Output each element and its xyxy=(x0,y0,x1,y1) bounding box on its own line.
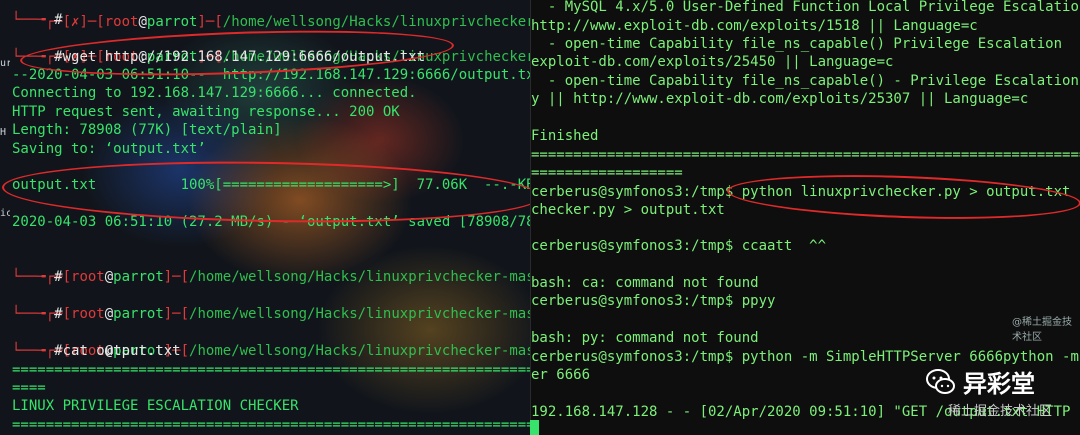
output-line: Connecting to 192.168.147.129:6666... co… xyxy=(12,85,417,101)
prompt-hash-line: └──╼ # xyxy=(12,12,63,28)
prompt-line: ┌─[root@parrot]─[/home/wellsong/Hacks/li… xyxy=(45,343,530,359)
left-terminal-pane[interactable]: urpsuite H ic ┌─[✗]─[root@parrot]─[/home… xyxy=(0,0,530,435)
output-line: Length: 78908 (77K) [text/plain] xyxy=(12,122,282,138)
side-label: urpsuite xyxy=(0,58,10,69)
output-line: bash: py: command not found xyxy=(531,330,759,346)
annotation-oval-python xyxy=(726,169,1080,225)
prompt-line: ┌─[root@parrot]─[/home/wellsong/Hacks/li… xyxy=(45,269,530,285)
command-line: cerberus@symfonos3:/tmp$ ppyy xyxy=(531,293,776,309)
terminal-cursor xyxy=(530,420,539,435)
output-line: y || http://www.exploit-db.com/exploits/… xyxy=(531,91,1029,107)
output-line: bash: ca: command not found xyxy=(531,275,759,291)
output-line: - MySQL 4.x/5.0 User-Defined Function Lo… xyxy=(531,0,1080,15)
output-line: - open-time Capability file_ns_capable()… xyxy=(531,73,1079,89)
prompt-line: ┌─[✗]─[root@parrot]─[/home/wellsong/Hack… xyxy=(45,14,530,30)
separator-line: ========================================… xyxy=(531,147,1080,163)
prompt-line: ┌─[root@parrot]─[/home/wellsong/Hacks/li… xyxy=(45,306,530,322)
output-line: Saving to: ‘output.txt’ xyxy=(12,141,206,157)
output-line: checker.py > output.txt xyxy=(531,202,725,218)
wechat-icon xyxy=(926,368,955,394)
prompt-hash-line: └──╼ # xyxy=(12,306,63,322)
output-line: HTTP request sent, awaiting response... … xyxy=(12,104,400,120)
command-line: cerberus@symfonos3:/tmp$ ccaatt ^^ xyxy=(531,238,827,254)
output-line: Finished xyxy=(531,128,599,144)
side-label: H xyxy=(0,127,7,138)
output-line: - open-time Capability file_ns_capable()… xyxy=(531,36,1063,52)
output-line: http://www.exploit-db.com/exploits/1518 … xyxy=(531,18,978,34)
prompt-hash-line: └──╼ # xyxy=(12,269,63,285)
separator-line: ========================================… xyxy=(12,362,530,378)
output-line: ==== xyxy=(12,380,46,396)
output-line: er 6666 xyxy=(531,367,591,383)
watermark-subtitle: 稀土掘金技术社区 xyxy=(948,404,1053,419)
output-line: exploit-db.com/exploits/25450 || Languag… xyxy=(531,54,894,70)
command-line: └──╼ #cat output.txt xyxy=(12,343,181,359)
side-label: ic xyxy=(0,208,10,219)
watermark-handle: @稀土掘金技术社区 xyxy=(1012,317,1072,343)
output-line: LINUX PRIVILEGE ESCALATION CHECKER xyxy=(12,398,299,414)
separator-line: ================== xyxy=(531,165,683,181)
watermark: 异彩堂 xyxy=(925,364,1035,399)
separator-line: ========================================… xyxy=(12,417,530,433)
watermark-name: 异彩堂 xyxy=(963,370,1035,398)
